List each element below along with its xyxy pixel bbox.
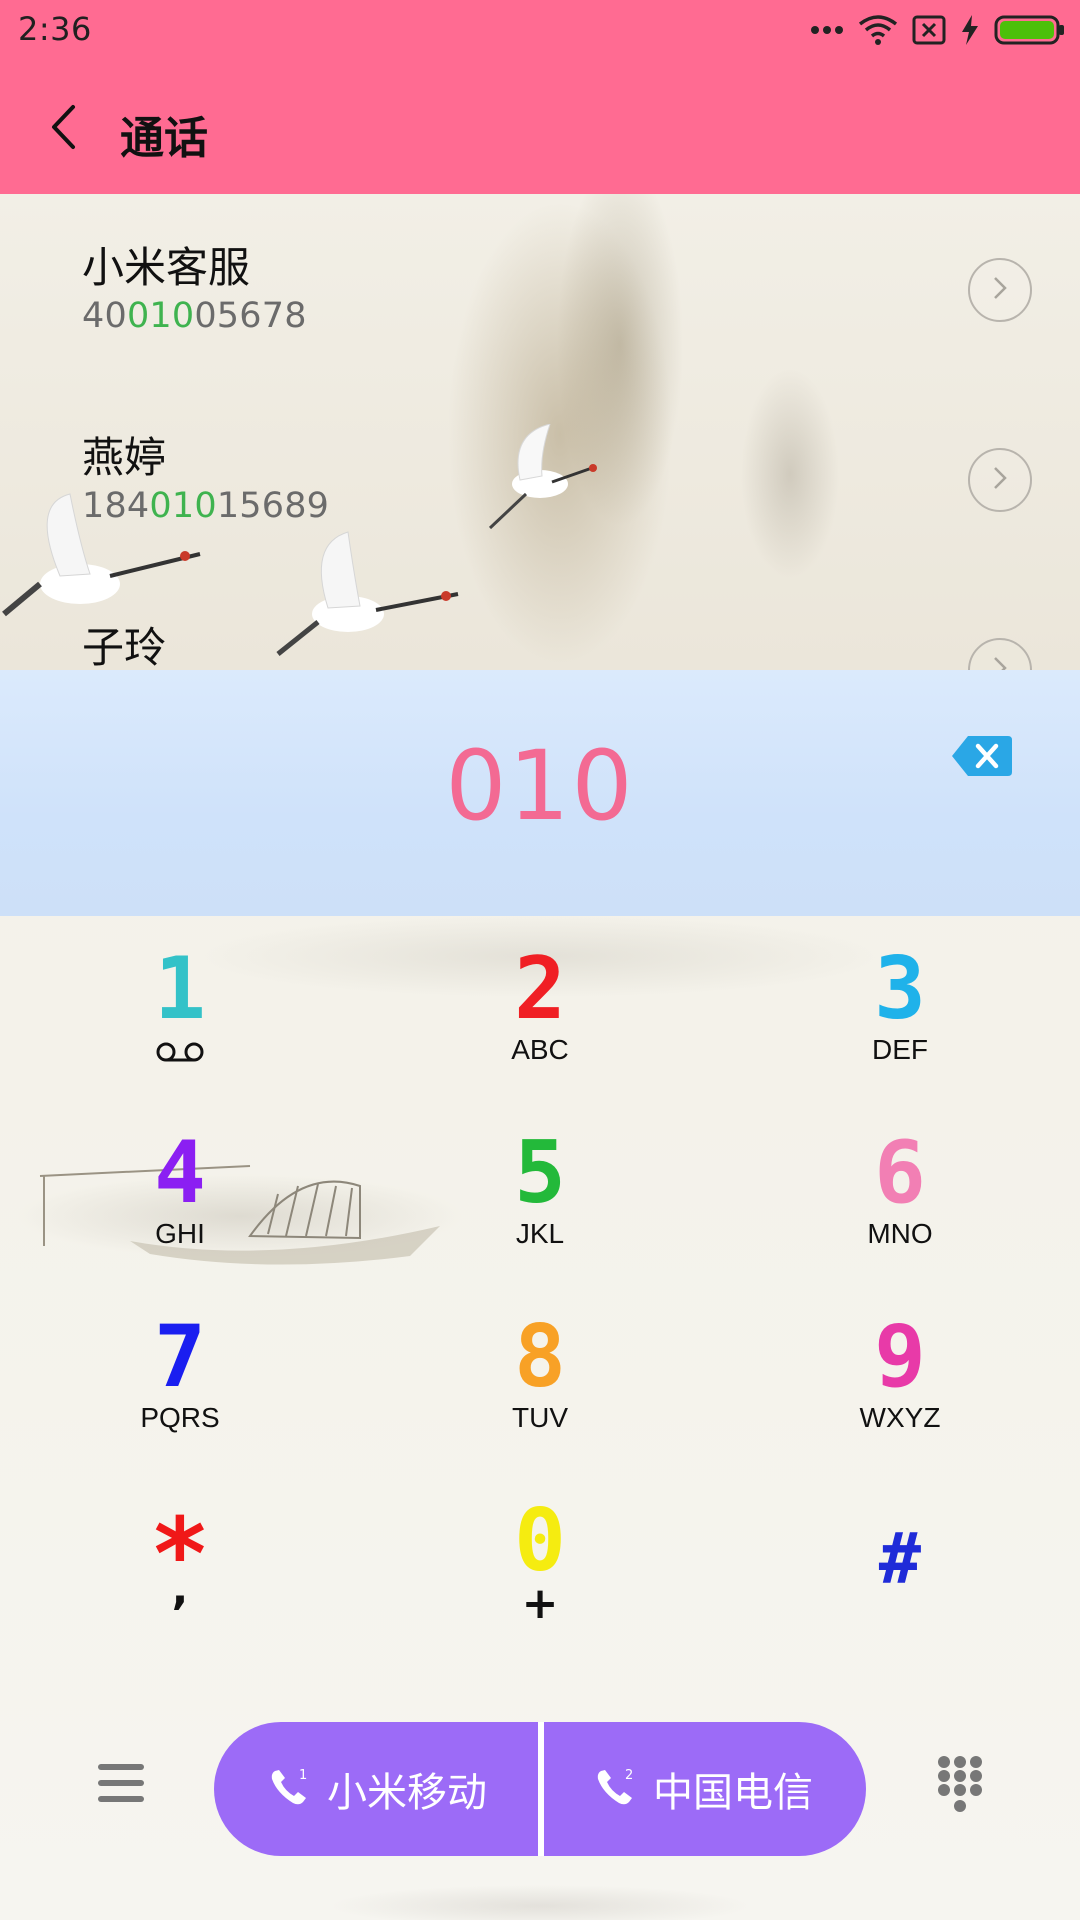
voicemail-icon — [154, 1040, 206, 1068]
no-sim-icon — [912, 15, 946, 45]
key-7[interactable]: 7 PQRS — [0, 1284, 360, 1468]
contact-number: 4001005678 — [82, 296, 307, 336]
key-digit: 9 — [874, 1307, 926, 1407]
sim1-label: 小米移动 — [327, 1770, 487, 1816]
key-digit: 6 — [874, 1123, 926, 1223]
menu-button[interactable] — [96, 1760, 146, 1806]
sim2-label: 中国电信 — [653, 1770, 813, 1816]
more-dots-icon — [810, 25, 844, 35]
phone-sim1-icon: 1 — [267, 1765, 311, 1813]
key-1[interactable]: 1 — [0, 916, 360, 1100]
contact-number: 18401015689 — [82, 486, 329, 526]
number-match: 010 — [149, 486, 217, 526]
wifi-icon — [858, 14, 898, 46]
hamburger-menu-icon — [96, 1764, 146, 1810]
dialpad-toggle-button[interactable] — [936, 1754, 984, 1816]
key-digit: 5 — [514, 1123, 566, 1223]
key-sub-symbol: + — [521, 1578, 559, 1629]
landscape-decoration — [0, 1856, 1080, 1920]
matching-contacts-list: 小米客服 4001005678 燕婷 18401015689 子玲 — [0, 194, 1080, 670]
key-letters: DEF — [872, 1034, 928, 1065]
key-letters: JKL — [515, 1218, 565, 1249]
contact-name: 小米客服 — [82, 243, 251, 292]
number-prefix: 40 — [82, 296, 127, 336]
chevron-right-icon — [992, 655, 1008, 670]
key-digit: # — [878, 1518, 922, 1600]
dialed-number: 010 — [445, 730, 635, 842]
number-prefix: 184 — [82, 486, 150, 526]
charging-bolt-icon — [960, 14, 980, 46]
contact-detail-button[interactable] — [968, 638, 1032, 670]
key-5[interactable]: 5 JKL — [360, 1100, 720, 1284]
chevron-right-icon — [992, 275, 1008, 305]
contact-detail-button[interactable] — [968, 448, 1032, 512]
status-icons — [810, 14, 1066, 46]
key-digit: 7 — [154, 1307, 206, 1407]
key-letters: PQRS — [140, 1402, 220, 1433]
back-button[interactable] — [34, 94, 94, 164]
key-digit: 0 — [514, 1491, 566, 1591]
call-button-group: 1 小米移动 2 中国电信 — [214, 1722, 866, 1856]
key-4[interactable]: 4 GHI — [0, 1100, 360, 1284]
key-3[interactable]: 3 DEF — [720, 916, 1080, 1100]
dialer-screen: 2:36 通话 小米客服 4001005678 燕婷 18401015689 子… — [0, 0, 1080, 1920]
key-digit: 8 — [514, 1307, 566, 1407]
key-hash[interactable]: # — [720, 1468, 1080, 1652]
key-2[interactable]: 2 ABC — [360, 916, 720, 1100]
contact-detail-button[interactable] — [968, 258, 1032, 322]
key-letters: TUV — [512, 1402, 568, 1433]
phone-sim2-icon: 2 — [593, 1765, 637, 1813]
key-6[interactable]: 6 MNO — [720, 1100, 1080, 1284]
key-digit: 1 — [154, 939, 206, 1039]
number-suffix: 05678 — [194, 296, 307, 336]
contact-name: 子玲 — [82, 623, 167, 670]
chevron-left-icon — [49, 104, 79, 154]
chevron-right-icon — [992, 465, 1008, 495]
status-time: 2:36 — [18, 10, 92, 48]
sim-badge: 2 — [625, 1768, 633, 1783]
keypad: 1 2 ABC 3 DEF 4 GHI 5 JKL 6 MNO 7 PQRS 8… — [0, 916, 1080, 1696]
number-match: 010 — [126, 296, 195, 336]
dialpad-toggle-icon — [936, 1756, 984, 1820]
dial-display: 010 — [0, 670, 1080, 916]
key-letters: ABC — [511, 1034, 569, 1065]
key-star[interactable]: * , — [0, 1468, 360, 1652]
key-9[interactable]: 9 WXYZ — [720, 1284, 1080, 1468]
key-letters: MNO — [867, 1218, 933, 1249]
key-digit: 4 — [154, 1123, 206, 1223]
page-title: 通话 — [120, 113, 208, 164]
key-letters: WXYZ — [859, 1402, 941, 1433]
key-letters: GHI — [155, 1218, 205, 1249]
contact-result-row[interactable]: 子玲 — [0, 574, 1080, 670]
bottom-action-bar: 1 小米移动 2 中国电信 — [0, 1696, 1080, 1920]
sim-badge: 1 — [299, 1768, 307, 1783]
battery-icon — [994, 14, 1066, 46]
key-sub-symbol: , — [171, 1564, 189, 1615]
key-digit: 2 — [514, 939, 566, 1039]
key-0[interactable]: 0 + — [360, 1468, 720, 1652]
contact-result-row[interactable]: 燕婷 18401015689 — [0, 384, 1080, 574]
call-sim2-button[interactable]: 2 中国电信 — [540, 1722, 866, 1856]
title-bar: 通话 — [0, 64, 1080, 194]
contact-name: 燕婷 — [82, 433, 167, 482]
key-8[interactable]: 8 TUV — [360, 1284, 720, 1468]
status-bar: 2:36 — [0, 0, 1080, 64]
backspace-button[interactable] — [950, 730, 1014, 782]
backspace-icon — [950, 736, 1014, 786]
call-sim1-button[interactable]: 1 小米移动 — [214, 1722, 540, 1856]
number-suffix: 15689 — [216, 486, 330, 526]
contact-result-row[interactable]: 小米客服 4001005678 — [0, 194, 1080, 384]
key-digit: 3 — [874, 939, 926, 1039]
